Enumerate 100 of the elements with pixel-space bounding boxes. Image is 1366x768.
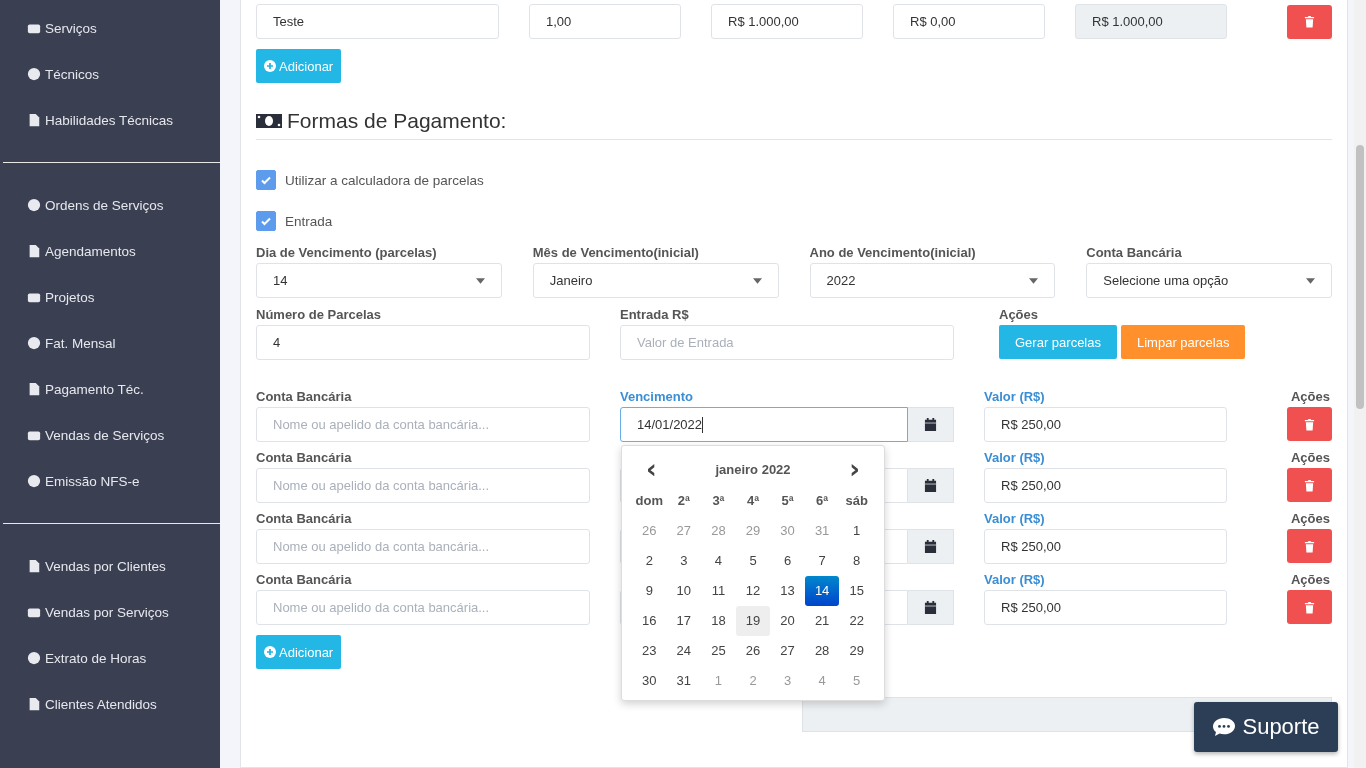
amount-field[interactable]: R$ 250,00: [984, 590, 1227, 625]
calendar-day[interactable]: 24: [666, 636, 702, 666]
select-field[interactable]: Selecione uma opção: [1086, 263, 1332, 298]
bank-account-field[interactable]: Nome ou apelido da conta bancária...: [256, 407, 590, 442]
sidebar-item[interactable]: Vendas de Serviços: [27, 423, 220, 447]
calendar-day[interactable]: 6: [770, 546, 805, 576]
bank-account-field[interactable]: Nome ou apelido da conta bancária...: [256, 468, 590, 503]
calendar-day[interactable]: 2: [632, 546, 667, 576]
discount-field[interactable]: R$ 0,00: [893, 4, 1045, 39]
sidebar-item[interactable]: Ordens de Serviços: [27, 193, 220, 217]
calendar-day[interactable]: 14: [804, 576, 840, 606]
calendar-day[interactable]: 11: [701, 576, 736, 606]
next-month-button[interactable]: ›: [843, 459, 866, 479]
calendar-day[interactable]: 12: [735, 576, 771, 606]
calendar-day[interactable]: 16: [632, 606, 667, 636]
calendar-day[interactable]: 26: [735, 636, 771, 666]
calendar-button[interactable]: [908, 407, 954, 442]
calendar-button[interactable]: [908, 529, 954, 564]
menu-item-icon: [27, 113, 41, 127]
weekday-label: sáb: [844, 492, 869, 510]
calendar-day[interactable]: 22: [839, 606, 874, 636]
calendar-day[interactable]: 15: [839, 576, 874, 606]
scrollbar[interactable]: [1354, 0, 1366, 768]
field-label: Valor (R$): [984, 452, 1046, 463]
support-button[interactable]: Suporte: [1194, 702, 1338, 752]
select-field[interactable]: Janeiro: [532, 263, 779, 298]
installments-field[interactable]: 4: [256, 325, 590, 360]
checkbox-label: Entrada: [285, 213, 333, 229]
previous-month-button[interactable]: ‹: [640, 459, 663, 479]
sidebar-item[interactable]: Agendamentos: [27, 239, 220, 263]
calendar-day[interactable]: 29: [839, 636, 874, 666]
sidebar-item[interactable]: Habilidades Técnicas: [27, 108, 220, 132]
amount-field[interactable]: R$ 250,00: [984, 529, 1227, 564]
field-label: Número de Parcelas: [256, 309, 382, 320]
calendar-day[interactable]: 4: [701, 546, 736, 576]
sidebar-item[interactable]: Extrato de Horas: [27, 646, 220, 670]
calendar-day[interactable]: 25: [701, 636, 736, 666]
menu-item-icon: [27, 474, 41, 488]
calendar-day[interactable]: 8: [839, 546, 874, 576]
bank-account-field[interactable]: Nome ou apelido da conta bancária...: [256, 590, 590, 625]
field-label: Ações: [1290, 513, 1331, 524]
field-label: Ações: [1290, 574, 1331, 585]
sidebar-item[interactable]: Técnicos: [27, 62, 220, 86]
calendar-day[interactable]: 5: [735, 546, 771, 576]
calendar-day[interactable]: 27: [770, 636, 805, 666]
delete-button[interactable]: [1287, 407, 1332, 441]
calendar-day[interactable]: 21: [804, 606, 840, 636]
weekday-label: 6ª: [815, 492, 830, 510]
menu-item-icon: [27, 651, 41, 665]
trash-icon: [1304, 600, 1315, 614]
sidebar-item[interactable]: Emissão NFS-e: [27, 469, 220, 493]
sidebar-item[interactable]: Fat. Mensal: [27, 331, 220, 355]
amount-field[interactable]: R$ 250,00: [984, 468, 1227, 503]
calendar-day[interactable]: 9: [632, 576, 667, 606]
down-payment-field[interactable]: Valor de Entrada: [620, 325, 954, 360]
calendar-day[interactable]: 1: [839, 516, 874, 546]
checkbox[interactable]: [256, 170, 276, 190]
calendar-button[interactable]: [908, 468, 954, 503]
calendar-day[interactable]: 10: [666, 576, 702, 606]
checkbox[interactable]: [256, 211, 276, 231]
calendar-button[interactable]: [908, 590, 954, 625]
select-field[interactable]: 14: [256, 263, 502, 298]
field-label: Conta Bancária: [256, 391, 353, 402]
amount-field[interactable]: R$ 250,00: [984, 407, 1227, 442]
delete-button[interactable]: [1287, 590, 1332, 624]
calendar-day[interactable]: 20: [770, 606, 805, 636]
sidebar-item[interactable]: Vendas por Serviços: [27, 600, 220, 624]
bank-account-field[interactable]: Nome ou apelido da conta bancária...: [256, 529, 590, 564]
calendar-icon: [924, 539, 937, 554]
calendar-day[interactable]: 13: [770, 576, 805, 606]
calendar-day[interactable]: 23: [632, 636, 667, 666]
sidebar-item[interactable]: Clientes Atendidos: [27, 692, 220, 716]
delete-button[interactable]: [1287, 468, 1332, 502]
select-field[interactable]: 2022: [809, 263, 1056, 298]
sidebar-item[interactable]: Projetos: [27, 285, 220, 309]
sidebar-item[interactable]: Serviços: [27, 16, 220, 40]
menu-item-icon: [27, 67, 41, 81]
checkmark-icon: [260, 215, 272, 227]
calendar-day[interactable]: 3: [666, 546, 702, 576]
field-label: Ações: [1290, 452, 1331, 463]
delete-button[interactable]: [1287, 529, 1332, 563]
calendar-day[interactable]: 30: [632, 666, 667, 696]
weekday-label: 3ª: [711, 492, 726, 510]
banknote-icon: [256, 113, 282, 129]
description-field[interactable]: Teste: [256, 4, 499, 39]
sidebar-item[interactable]: Pagamento Téc.: [27, 377, 220, 401]
weekday-label: dom: [634, 492, 664, 510]
calendar-day[interactable]: 17: [666, 606, 702, 636]
calendar-day[interactable]: 31: [666, 666, 702, 696]
menu-item-icon: [27, 382, 41, 396]
date-field[interactable]: 14/01/2022: [620, 407, 908, 442]
price-field[interactable]: R$ 1.000,00: [711, 4, 863, 39]
delete-button[interactable]: [1287, 4, 1332, 39]
quantity-field[interactable]: 1,00: [529, 4, 681, 39]
calendar-day[interactable]: 28: [804, 636, 840, 666]
calendar-day[interactable]: 18: [701, 606, 736, 636]
sidebar-item[interactable]: Vendas por Clientes: [27, 554, 220, 578]
calendar-icon: [924, 600, 937, 615]
calendar-day[interactable]: 19: [735, 606, 771, 636]
calendar-day[interactable]: 7: [804, 546, 840, 576]
